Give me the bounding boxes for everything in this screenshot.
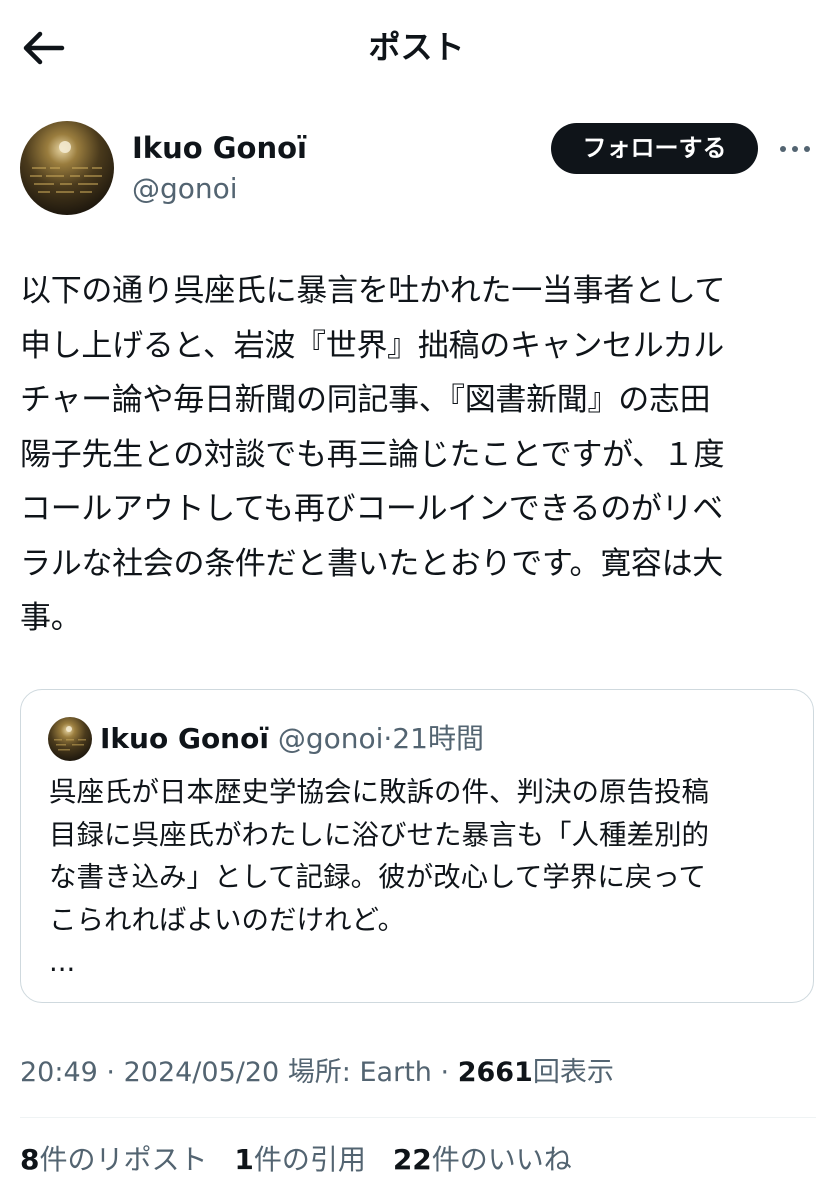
page-title: ポスト xyxy=(368,28,465,66)
post-date[interactable]: 2024/05/20 xyxy=(124,1057,280,1088)
quotes-count: 1 xyxy=(234,1143,254,1176)
quoted-text-line: こられればよいのだけれど。 xyxy=(49,903,406,936)
views-label: 回表示 xyxy=(532,1057,614,1088)
post-text-line: コールアウトしても再びコールインできるのがリベ xyxy=(20,491,723,527)
quoted-post-time: 21時間 xyxy=(392,722,484,755)
quoted-text-line: 呉座氏が日本歴史学協会に敗訴の件、判決の原告投稿 xyxy=(49,776,709,808)
more-horizontal-icon xyxy=(780,146,810,152)
post-text-line: チャー論や毎日新聞の同記事、『図書新聞』の志田 xyxy=(20,382,711,418)
separator-dot: · xyxy=(106,1057,115,1088)
avatar-image xyxy=(54,726,86,751)
quoted-text-line: 目録に呉座氏がわたしに浴びせた暴言も「人種差別的 xyxy=(49,818,709,851)
post-time[interactable]: 20:49 xyxy=(20,1057,98,1088)
post-text-line: 以下の通り呉座氏に暴言を吐かれた一当事者として xyxy=(20,273,726,309)
separator-dot: · xyxy=(440,1057,450,1088)
more-options-button[interactable] xyxy=(776,134,816,164)
quoted-post-card[interactable]: Ikuo Gonoï @gonoi·21時間 呉座氏が日本歴史学協会に敗訴の件、… xyxy=(20,689,814,1003)
post-text-line: 申し上げると、岩波『世界』拙稿のキャンセルカル xyxy=(20,327,724,364)
likes-label: 件のいいね xyxy=(431,1143,572,1176)
engagement-stats: 8件のリポスト 1件の引用 22件のいいね xyxy=(20,1142,590,1178)
views-count: 2661 xyxy=(457,1057,533,1088)
post-text: 以下の通り呉座氏に暴言を吐かれた一当事者として 申し上げると、岩波『世界』拙稿の… xyxy=(20,264,816,646)
quotes-stat[interactable]: 1件の引用 xyxy=(234,1142,366,1178)
author-handle[interactable]: @gonoi xyxy=(132,172,238,206)
quoted-author-avatar xyxy=(48,717,92,761)
divider xyxy=(20,1117,816,1118)
quoted-post-header: Ikuo Gonoï @gonoi·21時間 xyxy=(100,721,484,757)
post-meta: 20:49 · 2024/05/20 場所: Earth · 2661回表示 xyxy=(20,1055,614,1091)
quotes-label: 件の引用 xyxy=(253,1143,366,1176)
post-text-line: 事。 xyxy=(20,600,82,636)
post-location: 場所: Earth xyxy=(287,1057,432,1088)
quoted-text-line: な書き込み」として記録。彼が改心して学界に戻って xyxy=(49,861,706,893)
reposts-stat[interactable]: 8件のリポスト xyxy=(20,1142,208,1178)
likes-count: 22 xyxy=(392,1143,432,1176)
reposts-label: 件のリポスト xyxy=(39,1143,208,1176)
avatar-image xyxy=(30,141,102,193)
separator-dot: · xyxy=(383,722,393,755)
author-display-name[interactable]: Ikuo Gonoï xyxy=(132,130,307,166)
author-avatar[interactable] xyxy=(20,121,114,215)
follow-button[interactable]: フォローする xyxy=(551,123,758,174)
quoted-text-ellipsis: ... xyxy=(49,946,76,978)
quoted-post-text: 呉座氏が日本歴史学協会に敗訴の件、判決の原告投稿 目録に呉座氏がわたしに浴びせた… xyxy=(49,771,789,984)
quoted-author-handle: @gonoi xyxy=(277,722,384,755)
quoted-author-name: Ikuo Gonoï xyxy=(100,722,269,755)
likes-stat[interactable]: 22件のいいね xyxy=(393,1142,572,1178)
post-text-line: 陽子先生との対談でも再三論じたことですが、１度 xyxy=(20,436,725,473)
top-bar: ポスト xyxy=(0,0,833,96)
reposts-count: 8 xyxy=(20,1143,40,1176)
post-text-line: ラルな社会の条件だと書いたとおりです。寛容は大 xyxy=(20,545,723,582)
